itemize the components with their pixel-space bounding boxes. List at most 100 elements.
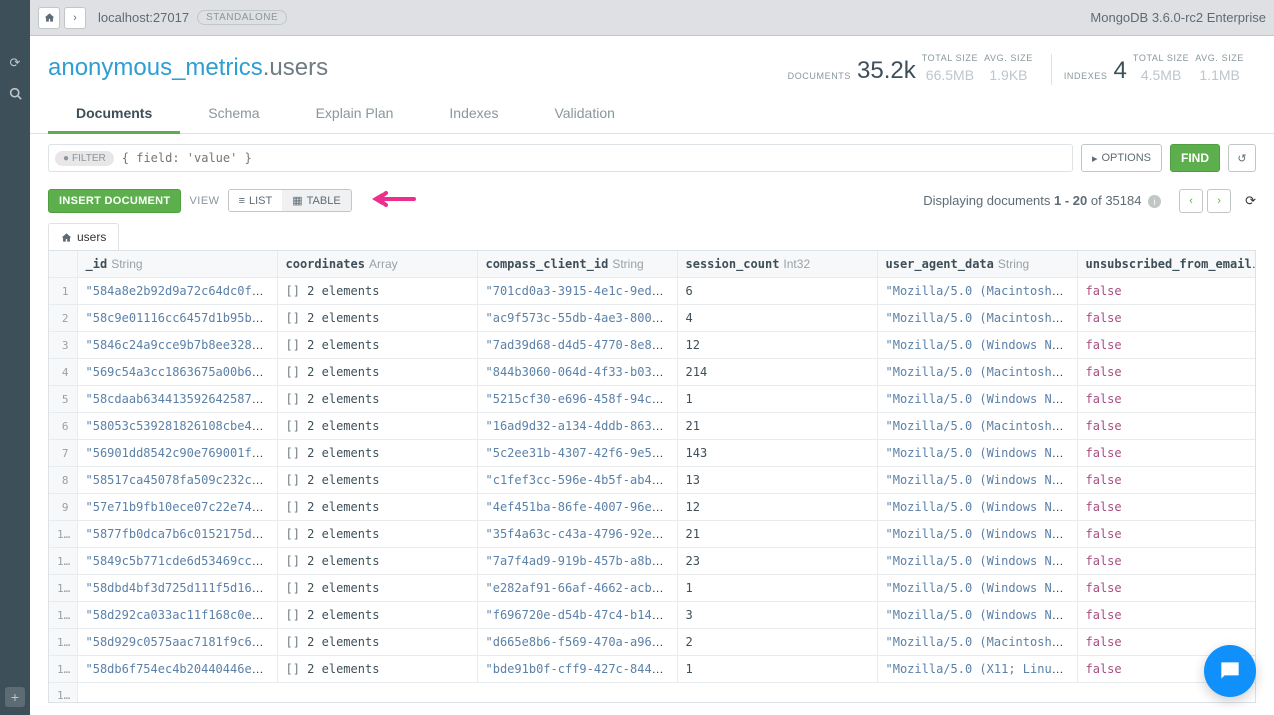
cell-compass-client-id[interactable]: "c1fef3cc-596e-4b5f-ab44-1ca xyxy=(477,467,677,494)
cell-coordinates[interactable]: [] 2 elements xyxy=(277,494,477,521)
table-row[interactable]: 12"58dbd4bf3d725d111f5d16b8"[] 2 element… xyxy=(49,575,1256,602)
cell-id[interactable]: "58d929c0575aac7181f9c6ca" xyxy=(77,629,277,656)
cell-coordinates[interactable]: [] 2 elements xyxy=(277,359,477,386)
table-view-button[interactable]: ▦ TABLE xyxy=(282,190,350,211)
cell-coordinates[interactable]: [] 2 elements xyxy=(277,332,477,359)
cell-coordinates[interactable]: [] 2 elements xyxy=(277,278,477,305)
cell-session-count[interactable]: 6 xyxy=(677,278,877,305)
table-row[interactable]: 7"56901dd8542c90e769001fa7"[] 2 elements… xyxy=(49,440,1256,467)
next-page-button[interactable]: › xyxy=(1207,189,1231,213)
home-button[interactable] xyxy=(38,7,60,29)
cell-user-agent[interactable]: "Mozilla/5.0 (Windows NT 10. xyxy=(877,521,1077,548)
column-header[interactable]: coordinatesArray xyxy=(277,251,477,278)
table-row[interactable]: 11"5849c5b771cde6d53469cc14"[] 2 element… xyxy=(49,548,1256,575)
cell-unsubscribed[interactable]: false xyxy=(1077,521,1256,548)
cell-session-count[interactable]: 143 xyxy=(677,440,877,467)
cell-coordinates[interactable]: [] 2 elements xyxy=(277,548,477,575)
cell-id[interactable]: "58dbd4bf3d725d111f5d16b8" xyxy=(77,575,277,602)
cell-unsubscribed[interactable]: false xyxy=(1077,386,1256,413)
column-header[interactable]: unsubscribed_from_emailsBc xyxy=(1077,251,1256,278)
cell-unsubscribed[interactable]: false xyxy=(1077,548,1256,575)
cell-id[interactable]: "58053c539281826108cbe43f" xyxy=(77,413,277,440)
cell-user-agent[interactable]: "Mozilla/5.0 (Windows NT 10. xyxy=(877,494,1077,521)
chat-button[interactable] xyxy=(1204,645,1256,697)
cell-id[interactable]: "569c54a3cc1863675a00b66e" xyxy=(77,359,277,386)
list-view-button[interactable]: ≡ LIST xyxy=(229,190,283,211)
prev-page-button[interactable]: ‹ xyxy=(1179,189,1203,213)
table-row[interactable]: 3"5846c24a9cce9b7b8ee32812"[] 2 elements… xyxy=(49,332,1256,359)
cell-id[interactable]: "58517ca45078fa509c232c09" xyxy=(77,467,277,494)
tab-explain[interactable]: Explain Plan xyxy=(288,99,422,133)
cell-id[interactable]: "5849c5b771cde6d53469cc14" xyxy=(77,548,277,575)
cell-coordinates[interactable]: [] 2 elements xyxy=(277,440,477,467)
column-header[interactable]: _idString xyxy=(77,251,277,278)
cell-session-count[interactable]: 2 xyxy=(677,629,877,656)
cell-session-count[interactable]: 4 xyxy=(677,305,877,332)
cell-session-count[interactable]: 21 xyxy=(677,521,877,548)
cell-user-agent[interactable]: "Mozilla/5.0 (Macintosh; Int xyxy=(877,305,1077,332)
cell-session-count[interactable]: 23 xyxy=(677,548,877,575)
table-row[interactable]: 13"58d292ca033ac11f168c0ef7"[] 2 element… xyxy=(49,602,1256,629)
cell-compass-client-id[interactable]: "f696720e-d54b-47c4-b146-31b xyxy=(477,602,677,629)
cell-session-count[interactable]: 21 xyxy=(677,413,877,440)
cell-session-count[interactable]: 1 xyxy=(677,386,877,413)
cell-coordinates[interactable]: [] 2 elements xyxy=(277,629,477,656)
cell-coordinates[interactable]: [] 2 elements xyxy=(277,413,477,440)
table-row[interactable]: 15"58db6f754ec4b20440446e45"[] 2 element… xyxy=(49,656,1256,683)
cell-user-agent[interactable]: "Mozilla/5.0 (Windows NT 10. xyxy=(877,548,1077,575)
cell-id[interactable]: "57e71b9fb10ece07c22e74a5" xyxy=(77,494,277,521)
breadcrumb-tab[interactable]: users xyxy=(48,223,119,250)
cell-compass-client-id[interactable]: "16ad9d32-a134-4ddb-8635-8ec xyxy=(477,413,677,440)
column-header[interactable]: compass_client_idString xyxy=(477,251,677,278)
tab-indexes[interactable]: Indexes xyxy=(421,99,526,133)
cell-coordinates[interactable]: [] 2 elements xyxy=(277,575,477,602)
table-row[interactable]: 9"57e71b9fb10ece07c22e74a5"[] 2 elements… xyxy=(49,494,1256,521)
add-button[interactable]: + xyxy=(5,687,25,707)
table-row[interactable]: 2"58c9e01116cc6457d1b95b52"[] 2 elements… xyxy=(49,305,1256,332)
table-row[interactable]: 10"5877fb0dca7b6c0152175d3f"[] 2 element… xyxy=(49,521,1256,548)
cell-compass-client-id[interactable]: "35f4a63c-c43a-4796-92e8-d05 xyxy=(477,521,677,548)
cell-unsubscribed[interactable]: false xyxy=(1077,494,1256,521)
cell-id[interactable]: "58d292ca033ac11f168c0ef7" xyxy=(77,602,277,629)
tab-schema[interactable]: Schema xyxy=(180,99,287,133)
column-header[interactable]: user_agent_dataString xyxy=(877,251,1077,278)
table-row[interactable]: 4"569c54a3cc1863675a00b66e"[] 2 elements… xyxy=(49,359,1256,386)
cell-compass-client-id[interactable]: "844b3060-064d-4f33-b037-306 xyxy=(477,359,677,386)
cell-id[interactable]: "58c9e01116cc6457d1b95b52" xyxy=(77,305,277,332)
cell-user-agent[interactable]: "Mozilla/5.0 (Windows NT 6.1 xyxy=(877,575,1077,602)
table-row[interactable]: 5"58cdaab634413592642587fc"[] 2 elements… xyxy=(49,386,1256,413)
refresh-docs-button[interactable]: ⟳ xyxy=(1245,193,1256,209)
cell-session-count[interactable]: 214 xyxy=(677,359,877,386)
cell-user-agent[interactable]: "Mozilla/5.0 (Windows NT 6.1 xyxy=(877,440,1077,467)
table-row[interactable]: 1"584a8e2b92d9a72c64dc0f90"[] 2 elements… xyxy=(49,278,1256,305)
chevron-right-icon[interactable]: › xyxy=(64,7,86,29)
tab-documents[interactable]: Documents xyxy=(48,99,180,134)
cell-user-agent[interactable]: "Mozilla/5.0 (Windows NT 10. xyxy=(877,386,1077,413)
options-button[interactable]: ▸ OPTIONS xyxy=(1081,144,1162,172)
search-icon[interactable] xyxy=(0,78,30,108)
cell-compass-client-id[interactable]: "ac9f573c-55db-4ae3-8007-b1c xyxy=(477,305,677,332)
cell-user-agent[interactable]: "Mozilla/5.0 (Macintosh; Int xyxy=(877,278,1077,305)
info-icon[interactable]: i xyxy=(1148,195,1161,208)
cell-compass-client-id[interactable]: "7a7f4ad9-919b-457b-a8b2-b4a xyxy=(477,548,677,575)
table-row[interactable]: 8"58517ca45078fa509c232c09"[] 2 elements… xyxy=(49,467,1256,494)
cell-id[interactable]: "5846c24a9cce9b7b8ee32812" xyxy=(77,332,277,359)
cell-session-count[interactable]: 13 xyxy=(677,467,877,494)
cell-id[interactable]: "584a8e2b92d9a72c64dc0f90" xyxy=(77,278,277,305)
column-header[interactable]: session_countInt32 xyxy=(677,251,877,278)
cell-unsubscribed[interactable]: false xyxy=(1077,413,1256,440)
cell-compass-client-id[interactable]: "4ef451ba-86fe-4007-96e6-996 xyxy=(477,494,677,521)
cell-unsubscribed[interactable]: false xyxy=(1077,575,1256,602)
tab-validation[interactable]: Validation xyxy=(526,99,642,133)
cell-id[interactable]: "58cdaab634413592642587fc" xyxy=(77,386,277,413)
cell-unsubscribed[interactable]: false xyxy=(1077,467,1256,494)
table-row[interactable]: 14"58d929c0575aac7181f9c6ca"[] 2 element… xyxy=(49,629,1256,656)
cell-coordinates[interactable]: [] 2 elements xyxy=(277,521,477,548)
cell-coordinates[interactable]: [] 2 elements xyxy=(277,467,477,494)
cell-id[interactable]: "56901dd8542c90e769001fa7" xyxy=(77,440,277,467)
cell-compass-client-id[interactable]: "e282af91-66af-4662-acb0-677 xyxy=(477,575,677,602)
cell-user-agent[interactable]: "Mozilla/5.0 (Windows NT 10. xyxy=(877,332,1077,359)
cell-coordinates[interactable]: [] 2 elements xyxy=(277,656,477,683)
insert-document-button[interactable]: INSERT DOCUMENT xyxy=(48,189,181,213)
cell-compass-client-id[interactable]: "bde91b0f-cff9-427c-844d-b19 xyxy=(477,656,677,683)
